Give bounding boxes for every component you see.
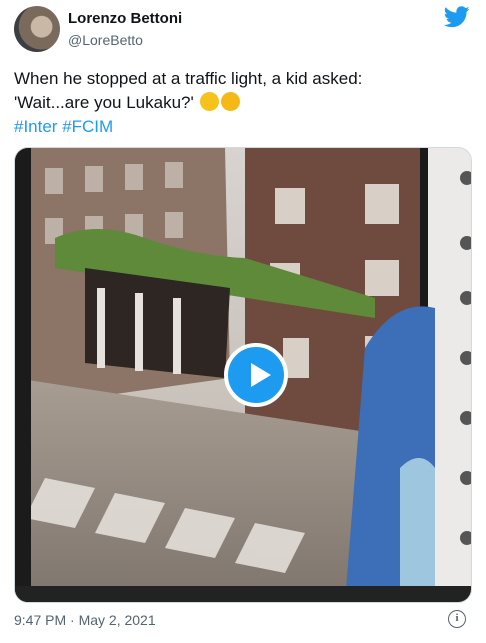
tweet-line-2: 'Wait...are you Lukaku?': [14, 93, 194, 112]
author-handle[interactable]: @LoreBetto: [68, 32, 143, 48]
hashtags-link[interactable]: #Inter #FCIM: [14, 115, 474, 139]
tweet-text: When he stopped at a traffic light, a ki…: [14, 67, 474, 139]
video-media[interactable]: [14, 147, 472, 603]
grinning-sweat-emoji: [200, 92, 220, 111]
twitter-bird-icon[interactable]: [444, 6, 470, 28]
tweet-line-1: When he stopped at a traffic light, a ki…: [14, 69, 363, 88]
author-name[interactable]: Lorenzo Bettoni: [68, 10, 182, 27]
info-icon[interactable]: i: [448, 610, 466, 628]
tweet-timestamp[interactable]: 9:47 PM · May 2, 2021: [14, 612, 156, 628]
play-button[interactable]: [224, 343, 288, 407]
rofl-emoji: [221, 92, 241, 111]
author-avatar[interactable]: [14, 6, 60, 52]
